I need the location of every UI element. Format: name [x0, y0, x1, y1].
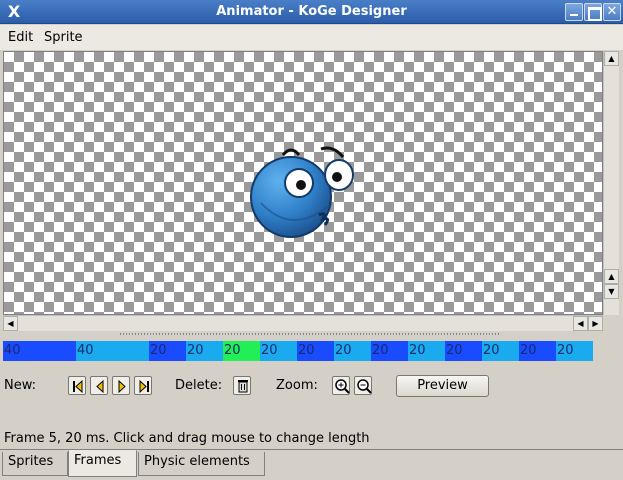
maximize-icon — [585, 4, 602, 21]
tab-sprites[interactable]: Sprites — [2, 452, 68, 476]
timeline-frame[interactable]: 20 — [556, 341, 593, 361]
vertical-scrollbar[interactable]: ▲ ▲ ▼ — [603, 51, 619, 315]
menu-edit[interactable]: Edit — [8, 30, 33, 45]
preview-button[interactable]: Preview — [396, 375, 489, 397]
zoom-in-button[interactable] — [332, 376, 350, 395]
scroll-left-icon[interactable]: ◀ — [573, 316, 588, 331]
close-button[interactable]: ✕ — [603, 3, 621, 21]
timeline-frame[interactable]: 20 — [371, 341, 408, 361]
tab-bar: Sprites Frames Physic elements — [0, 449, 623, 480]
scroll-up-icon[interactable]: ▲ — [604, 51, 619, 66]
delete-frame-button[interactable] — [233, 376, 251, 395]
zoom-in-icon — [335, 379, 350, 394]
title-bar: X Animator - KoGe Designer ✕ — [0, 0, 623, 24]
timeline-frame[interactable]: 20 — [408, 341, 445, 361]
tab-frames[interactable]: Frames — [68, 450, 137, 477]
tab-physic-elements[interactable]: Physic elements — [138, 452, 265, 476]
timeline-frame-selected[interactable]: 20 — [223, 341, 260, 361]
sprite-image — [250, 146, 354, 238]
scroll-right-icon[interactable]: ▶ — [588, 316, 603, 331]
zoom-out-button[interactable] — [354, 376, 372, 395]
trash-icon — [238, 380, 248, 393]
insert-before-icon — [96, 379, 104, 394]
timeline-frame[interactable]: 20 — [149, 341, 186, 361]
delete-label: Delete: — [175, 378, 223, 393]
close-icon: ✕ — [606, 4, 618, 19]
menu-bar: Edit Sprite — [0, 25, 623, 50]
insert-first-frame-button[interactable] — [68, 376, 86, 395]
horizontal-scrollbar[interactable]: ◀ ◀ ▶ — [3, 315, 603, 331]
scroll-up-icon[interactable]: ▲ — [604, 269, 619, 284]
minimize-button[interactable] — [565, 3, 583, 21]
insert-last-frame-icon — [139, 379, 149, 394]
zoom-label: Zoom: — [276, 378, 318, 393]
insert-after-icon — [118, 379, 126, 394]
menu-sprite[interactable]: Sprite — [44, 30, 83, 45]
maximize-button[interactable] — [584, 3, 602, 21]
scroll-left-icon[interactable]: ◀ — [3, 316, 18, 331]
status-text: Frame 5, 20 ms. Click and drag mouse to … — [4, 431, 370, 446]
timeline-frame[interactable]: 20 — [482, 341, 519, 361]
new-label: New: — [4, 378, 37, 393]
window-title: Animator - KoGe Designer — [216, 4, 407, 19]
timeline-frame[interactable]: 20 — [186, 341, 223, 361]
timeline-frame[interactable]: 40 — [3, 341, 76, 361]
insert-before-button[interactable] — [90, 376, 108, 395]
sprite-canvas[interactable] — [3, 51, 603, 315]
timeline-frame[interactable]: 20 — [519, 341, 556, 361]
scroll-down-icon[interactable]: ▼ — [604, 284, 619, 299]
frame-timeline[interactable]: 40 40 20 20 20 20 20 20 20 20 20 20 20 20 — [3, 341, 617, 361]
timeline-frame[interactable]: 20 — [334, 341, 371, 361]
splitter-grip — [120, 333, 500, 335]
timeline-frame[interactable]: 20 — [297, 341, 334, 361]
insert-last-frame-button[interactable] — [134, 376, 152, 395]
zoom-out-icon — [357, 379, 372, 394]
timeline-frame[interactable]: 20 — [260, 341, 297, 361]
minimize-icon — [566, 4, 582, 20]
insert-first-frame-icon — [73, 379, 83, 394]
panel-splitter[interactable] — [0, 331, 623, 337]
timeline-frame[interactable]: 40 — [76, 341, 149, 361]
timeline-frame[interactable]: 20 — [445, 341, 482, 361]
insert-after-button[interactable] — [112, 376, 130, 395]
